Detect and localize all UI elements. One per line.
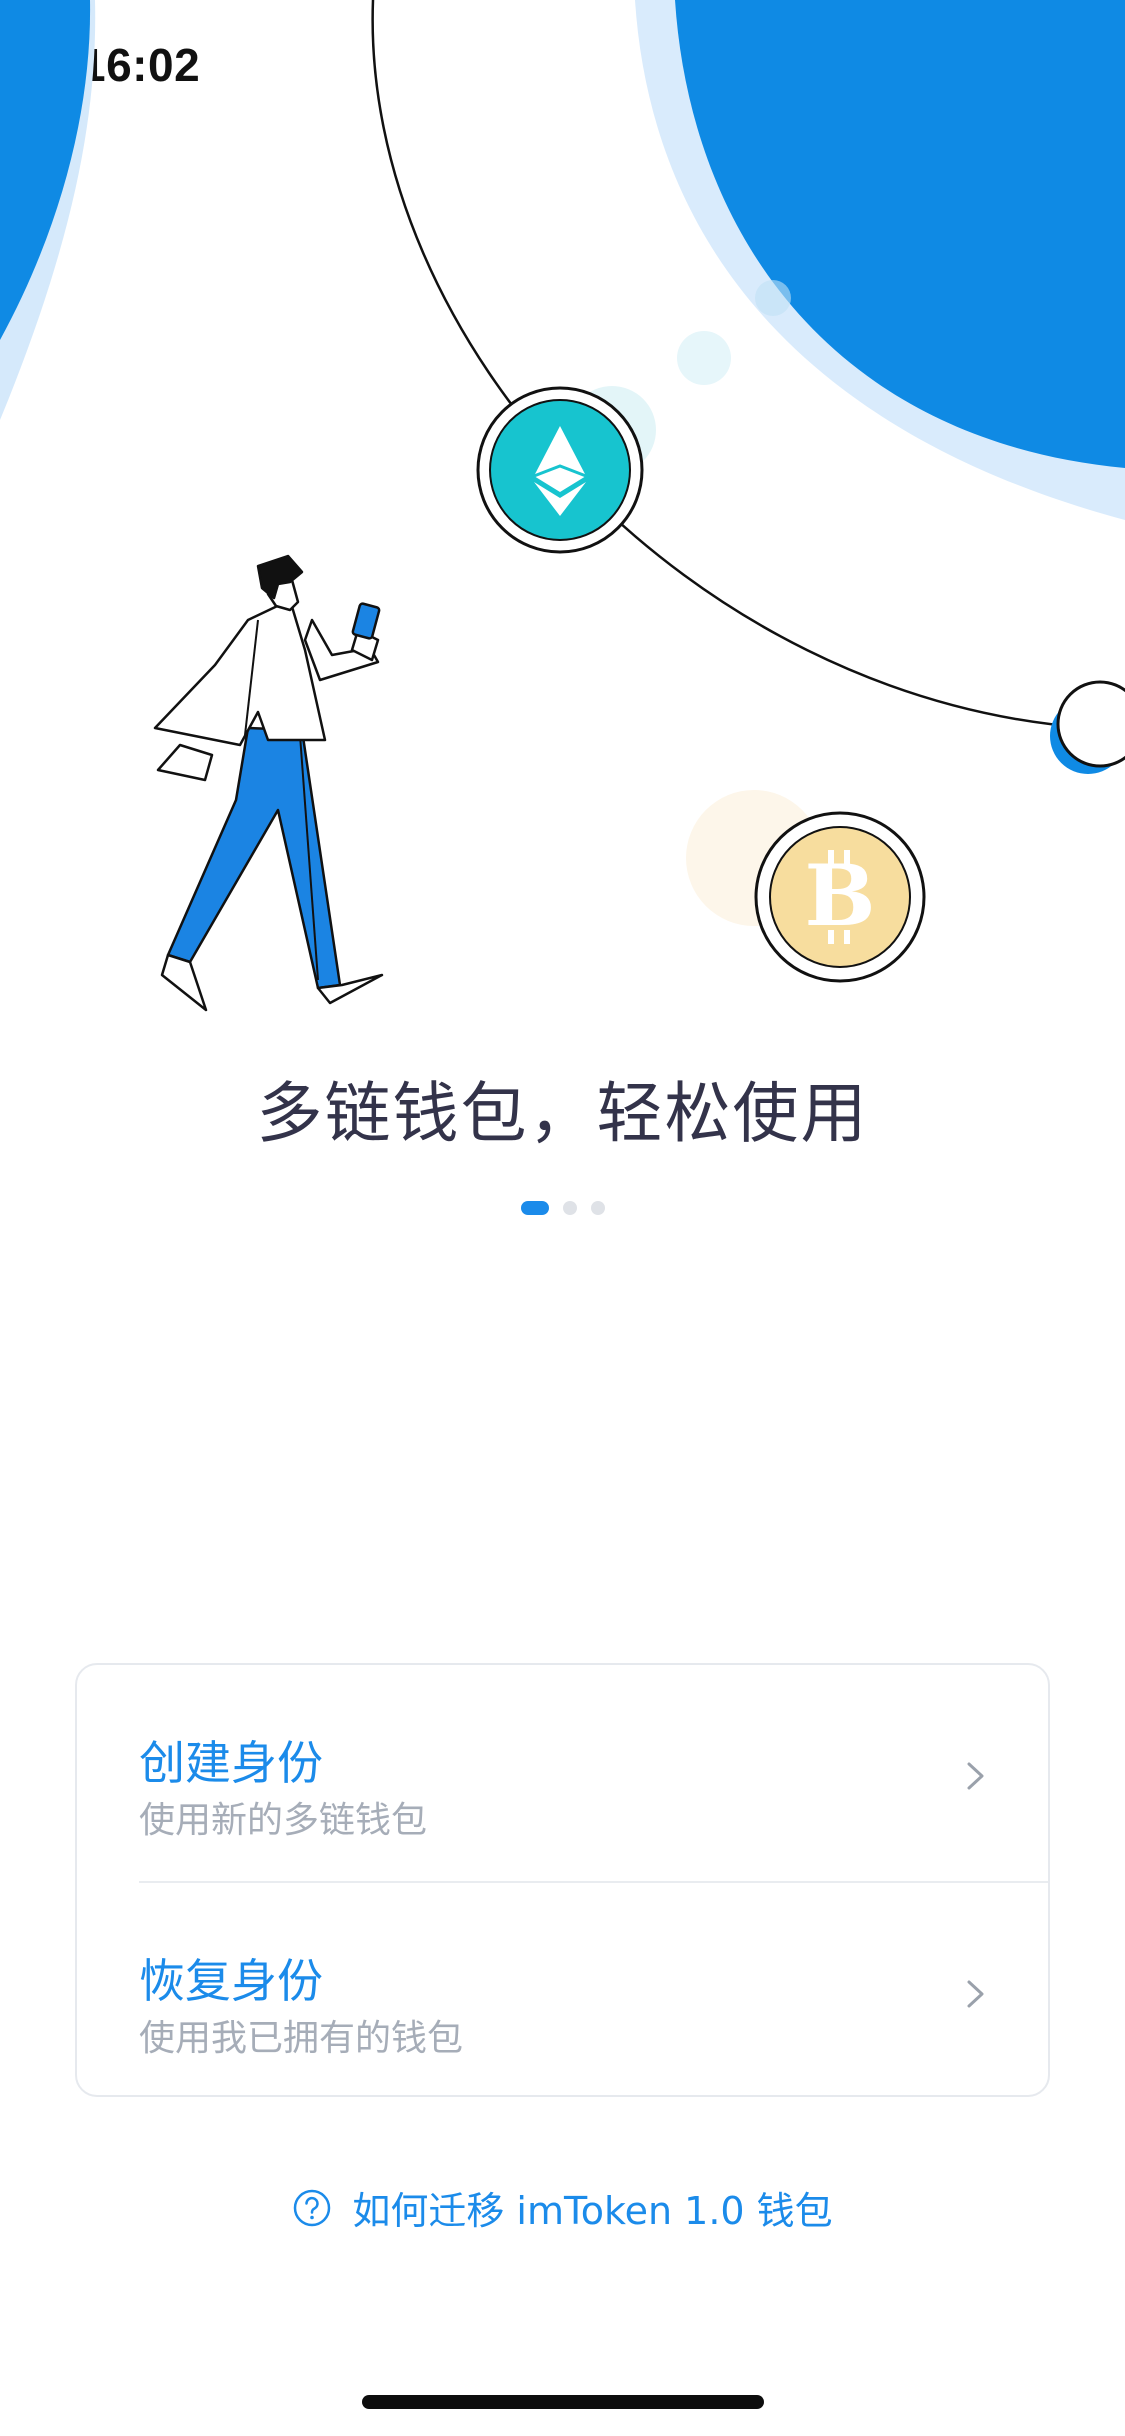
restore-identity-title: 恢复身份 — [139, 1954, 323, 2008]
bitcoin-coin-icon: B — [754, 811, 926, 983]
chevron-right-icon — [967, 1980, 984, 2008]
identity-options-card: 创建身份 使用新的多链钱包 恢复身份 使用我已拥有的钱包 — [75, 1663, 1050, 2097]
top-right-blob — [635, 0, 1125, 520]
hero-illustration: B — [0, 0, 1125, 1012]
restore-identity-subtitle: 使用我已拥有的钱包 — [139, 2018, 464, 2059]
ethereum-coin-icon — [476, 386, 644, 554]
question-circle-icon — [294, 2189, 331, 2226]
page-dot[interactable] — [590, 1201, 605, 1215]
page-indicator — [0, 1198, 1125, 1218]
orbit-node — [1050, 680, 1125, 774]
restore-identity-row[interactable]: 恢复身份 使用我已拥有的钱包 — [77, 1883, 1048, 2099]
migrate-help-label: 如何迁移 imToken 1.0 钱包 — [352, 2189, 833, 2233]
bubble — [677, 331, 731, 385]
create-identity-row[interactable]: 创建身份 使用新的多链钱包 — [77, 1665, 1048, 1881]
svg-text:B: B — [805, 846, 876, 945]
chevron-right-icon — [967, 1762, 984, 1790]
page-dot[interactable] — [562, 1201, 577, 1215]
bubble — [755, 280, 791, 316]
home-indicator[interactable] — [362, 2395, 764, 2409]
create-identity-subtitle: 使用新的多链钱包 — [139, 1800, 428, 1841]
page-dot-active[interactable] — [520, 1201, 549, 1215]
person-walking-with-phone — [153, 554, 384, 1012]
migrate-help-link[interactable]: 如何迁移 imToken 1.0 钱包 — [0, 2180, 1125, 2235]
create-identity-title: 创建身份 — [139, 1736, 323, 1790]
onboarding-headline: 多链钱包，轻松使用 — [256, 1075, 869, 1152]
left-blob — [0, 0, 96, 420]
